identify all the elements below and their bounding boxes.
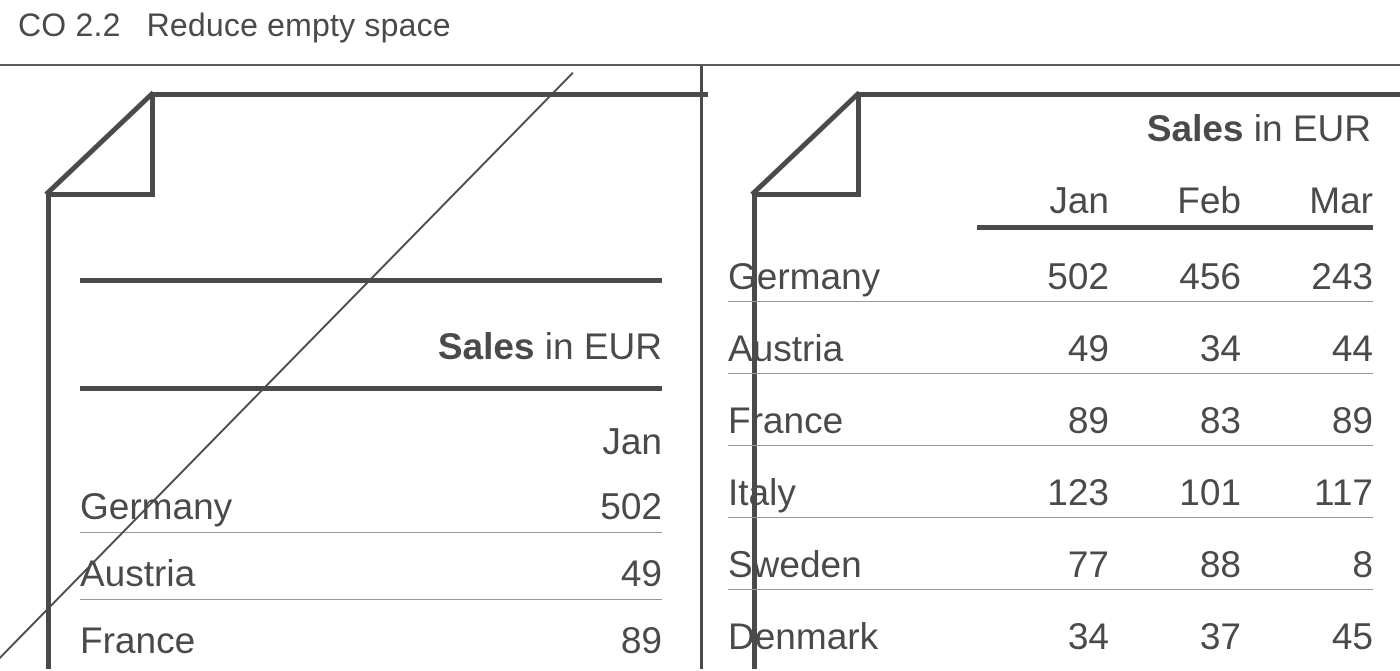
left-table-title-bold: Sales <box>437 326 535 367</box>
left-row-jan: 49 <box>535 532 662 600</box>
right-col-header-feb: Feb <box>1109 166 1241 230</box>
right-row-jan: 77 <box>977 517 1109 590</box>
left-table-column-header-jan: Jan <box>602 421 662 462</box>
right-table-title-rest: in EUR <box>1243 108 1371 149</box>
table-header-row: Jan Feb Mar <box>728 166 1373 230</box>
right-row-mar: 117 <box>1241 445 1373 518</box>
right-row-feb: 456 <box>1109 227 1241 302</box>
right-row-jan: 502 <box>977 227 1109 302</box>
table-row: Austria 49 <box>80 532 662 600</box>
right-table-head: Jan Feb Mar <box>728 166 1373 230</box>
right-col-header-country <box>728 166 977 228</box>
right-panel-after: Sales in EUR Jan Feb Mar Germany 502 456… <box>703 66 1400 669</box>
left-row-country: France <box>80 620 196 661</box>
left-table-title: Sales in EUR <box>80 326 662 368</box>
table-row: France 89 83 89 <box>728 373 1373 446</box>
right-row-mar: 243 <box>1241 227 1373 302</box>
right-col-header-mar: Mar <box>1241 166 1373 230</box>
table-row: Germany 502 <box>80 466 662 533</box>
left-row-jan: 502 <box>535 466 662 533</box>
slide-code: CO 2.2 <box>18 7 121 43</box>
right-row-feb: 83 <box>1109 373 1241 446</box>
page-title: CO 2.2 Reduce empty space <box>18 7 451 44</box>
right-table-title-bold: Sales <box>1146 108 1244 149</box>
right-row-country: Austria <box>728 301 977 374</box>
left-panel-page-border <box>46 192 51 669</box>
right-row-feb: 34 <box>1109 301 1241 374</box>
left-panel-before: Sales in EUR Jan Germany 502 Austria 49 … <box>0 66 708 671</box>
table-row: Sweden 77 88 8 <box>728 517 1373 590</box>
right-data-table: Jan Feb Mar Germany 502 456 243 Austria … <box>728 166 1373 661</box>
table-row: Austria 49 34 44 <box>728 301 1373 374</box>
right-row-feb: 101 <box>1109 445 1241 518</box>
right-row-feb: 88 <box>1109 517 1241 590</box>
right-row-mar: 44 <box>1241 301 1373 374</box>
right-row-jan: 34 <box>1067 616 1109 657</box>
slide-header: CO 2.2 Reduce empty space <box>0 0 1400 66</box>
left-table-title-underrule <box>80 386 662 391</box>
right-row-jan: 89 <box>977 373 1109 446</box>
table-row: France 89 <box>80 600 662 667</box>
right-row-country: Germany <box>728 227 977 302</box>
right-row-feb: 37 <box>1199 616 1241 657</box>
right-table-body: Germany 502 456 243 Austria 49 34 44 Fra… <box>728 227 1373 662</box>
right-row-country: Denmark <box>728 616 879 657</box>
left-table-title-rest: in EUR <box>534 326 662 367</box>
right-row-jan: 123 <box>977 445 1109 518</box>
right-table-title: Sales in EUR <box>723 108 1371 150</box>
right-row-country: Italy <box>728 445 977 518</box>
right-col-header-jan: Jan <box>977 166 1109 230</box>
left-row-country: Germany <box>80 466 535 533</box>
table-row: Denmark 34 37 45 <box>728 590 1373 662</box>
table-row: Italy 123 101 117 <box>728 445 1373 518</box>
page-fold-corner-icon <box>44 90 708 197</box>
left-table-body: Germany 502 Austria 49 France 89 <box>80 466 662 666</box>
left-row-jan: 89 <box>620 620 662 661</box>
right-row-mar: 8 <box>1241 517 1373 590</box>
slide-title: Reduce empty space <box>146 7 451 43</box>
table-row: Germany 502 456 243 <box>728 227 1373 302</box>
right-row-country: Sweden <box>728 517 977 590</box>
right-row-mar: 45 <box>1331 616 1373 657</box>
left-row-country: Austria <box>80 532 535 600</box>
left-data-table: Germany 502 Austria 49 France 89 <box>80 466 662 666</box>
right-row-jan: 49 <box>977 301 1109 374</box>
right-row-mar: 89 <box>1241 373 1373 446</box>
right-row-country: France <box>728 373 977 446</box>
